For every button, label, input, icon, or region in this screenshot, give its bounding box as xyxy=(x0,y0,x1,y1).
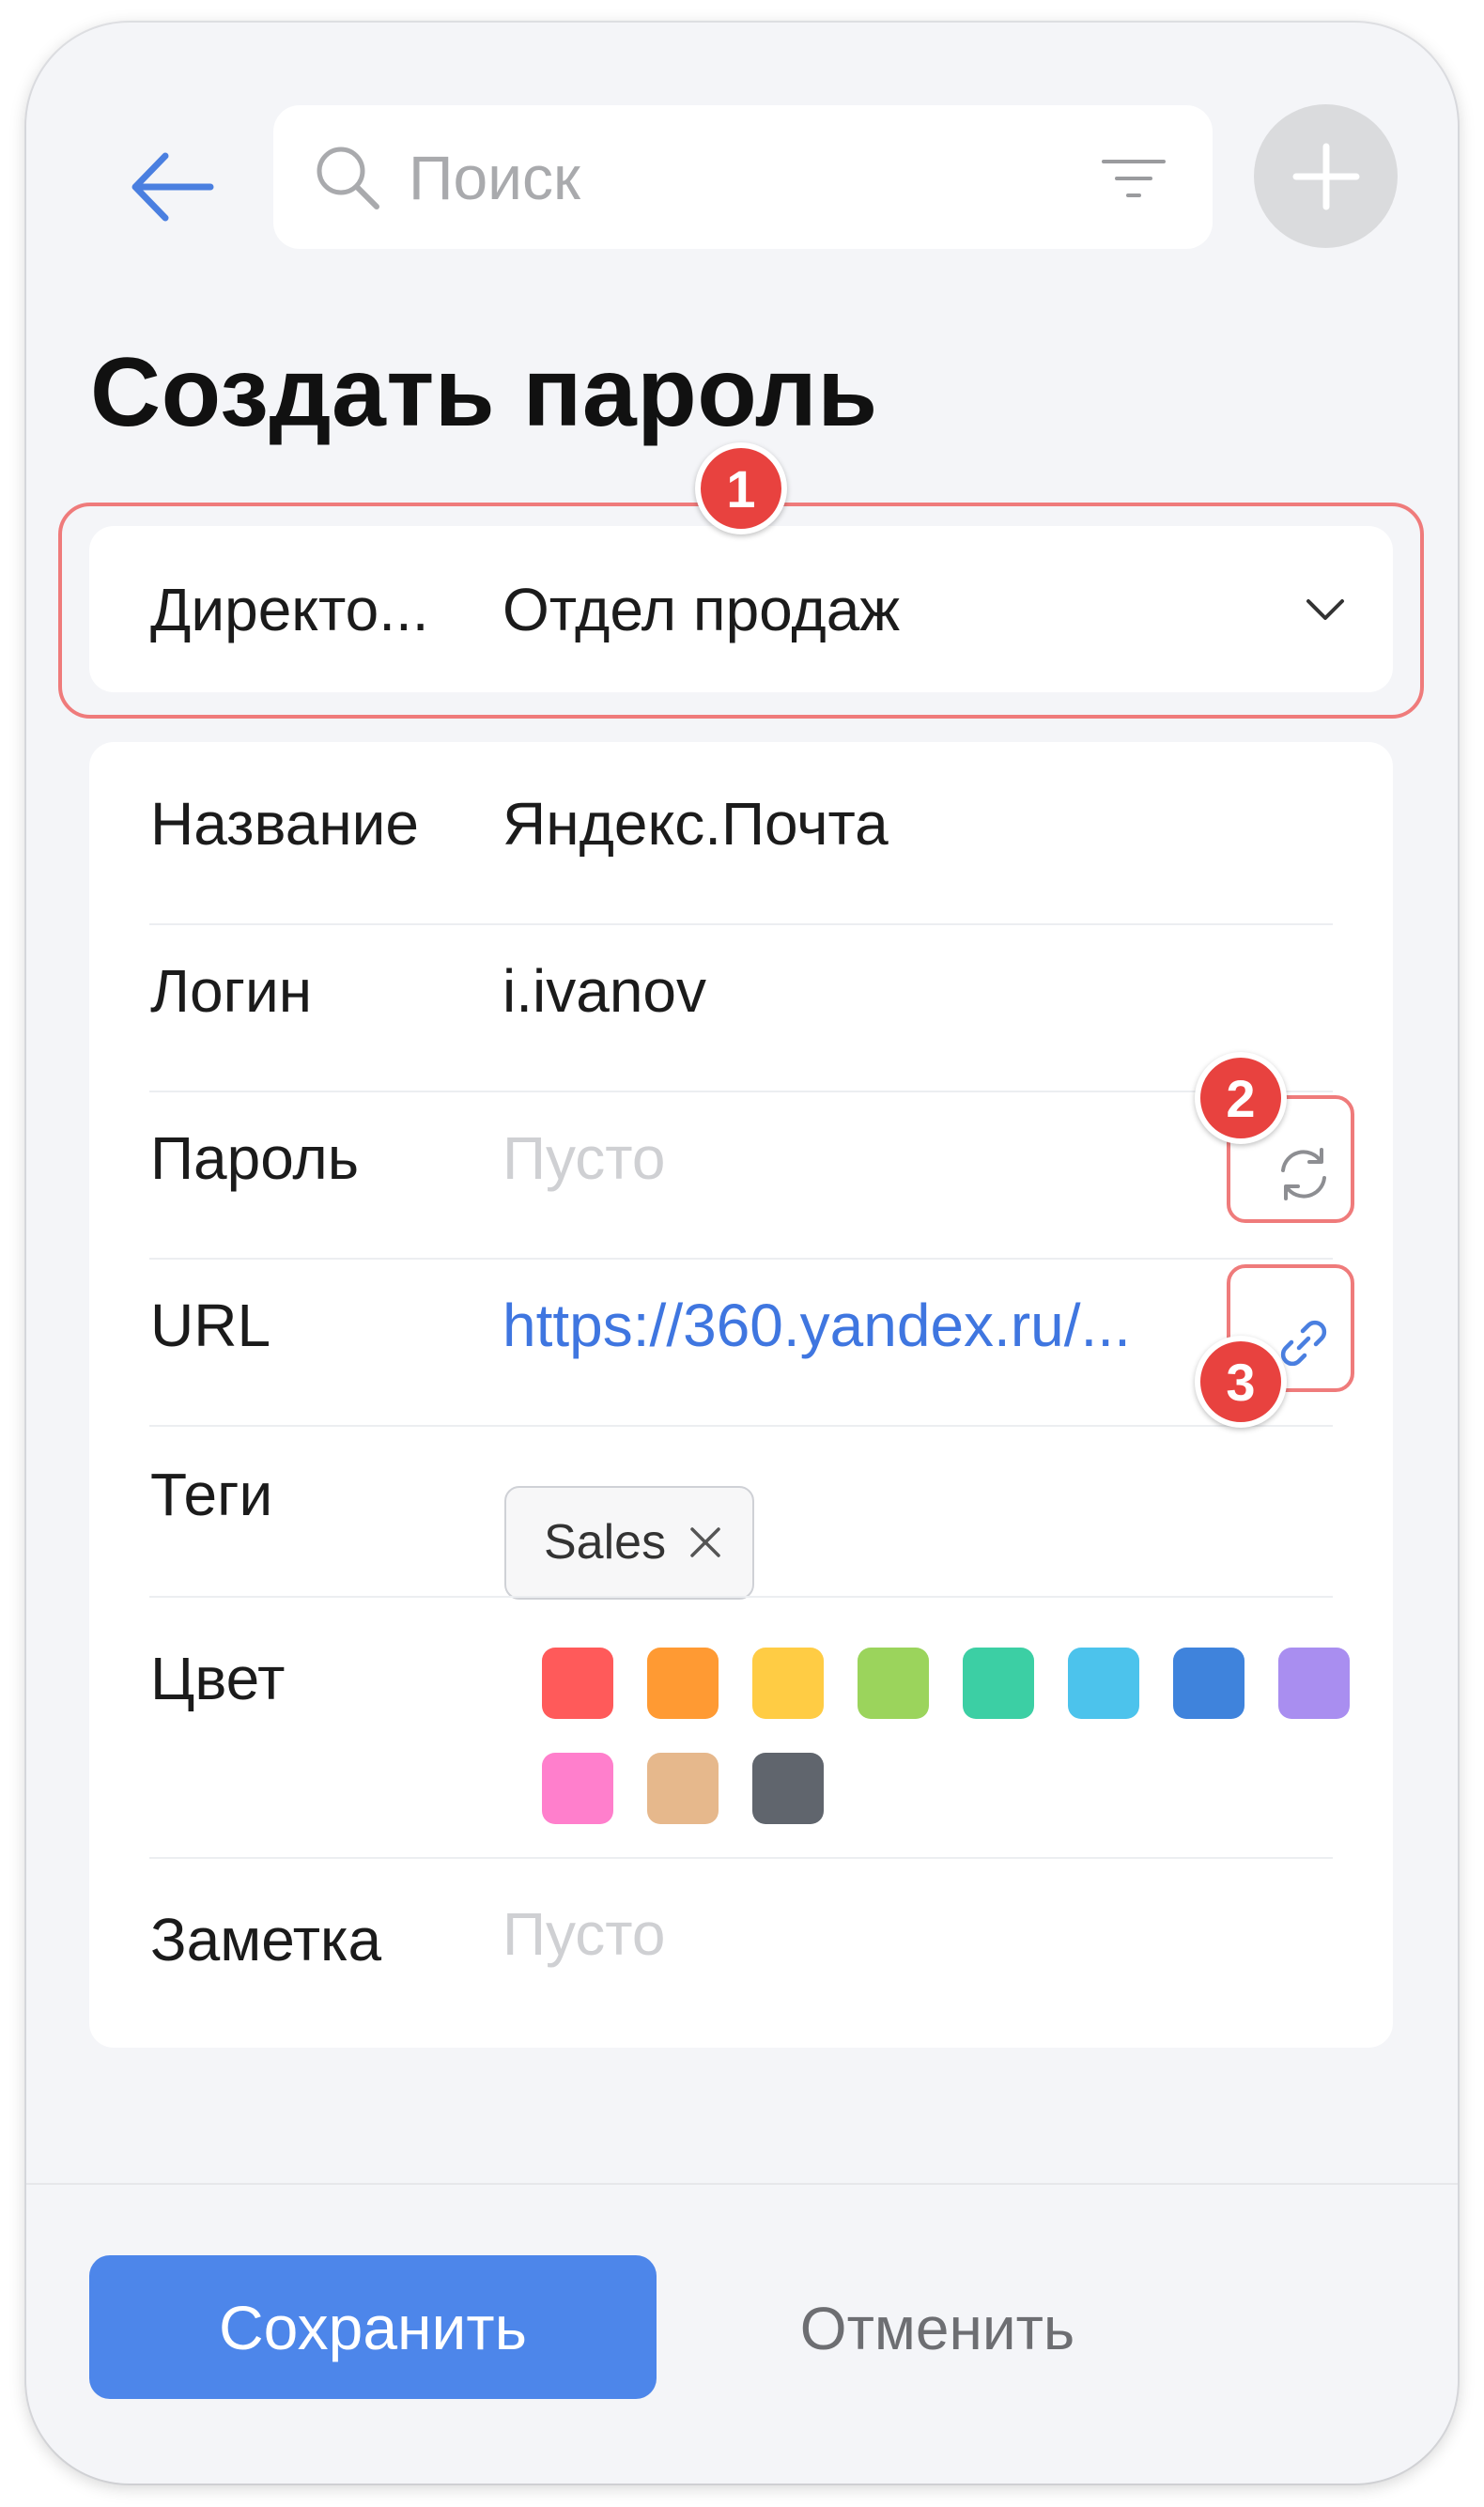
url-label: URL xyxy=(150,1292,271,1359)
page-title: Создать пароль xyxy=(90,338,878,447)
color-label: Цвет xyxy=(150,1645,286,1712)
divider xyxy=(149,1425,1333,1427)
save-button[interactable]: Сохранить xyxy=(89,2255,657,2399)
divider xyxy=(149,1857,1333,1859)
name-label: Название xyxy=(150,790,419,858)
color-swatch-pink[interactable] xyxy=(542,1753,613,1824)
remove-tag-icon[interactable] xyxy=(687,1524,724,1561)
back-button[interactable] xyxy=(120,135,224,239)
url-field[interactable]: https://360.yandex.ru/... xyxy=(502,1291,1131,1360)
search-input[interactable] xyxy=(407,132,1068,224)
color-swatch-green[interactable] xyxy=(858,1648,929,1719)
color-swatch-gray[interactable] xyxy=(752,1753,824,1824)
arrow-left-icon xyxy=(131,152,214,222)
color-swatch-cyan[interactable] xyxy=(1068,1648,1139,1719)
color-swatch-beige[interactable] xyxy=(647,1753,719,1824)
add-button[interactable] xyxy=(1254,104,1398,248)
color-swatch-blue[interactable] xyxy=(1173,1648,1244,1719)
tag-chip: Sales xyxy=(504,1486,754,1600)
phone-screen: Создать пароль Директо... Отдел продаж 1… xyxy=(26,23,1458,2484)
password-field[interactable]: Пусто xyxy=(502,1123,665,1193)
annotation-badge-3: 3 xyxy=(1195,1336,1287,1428)
tag-text: Sales xyxy=(544,1515,667,1570)
tags-label: Теги xyxy=(150,1461,273,1528)
footer-divider xyxy=(26,2183,1458,2185)
search-bar xyxy=(273,105,1213,249)
color-swatch-purple[interactable] xyxy=(1278,1648,1350,1719)
cancel-button[interactable]: Отменить xyxy=(759,2272,1116,2385)
divider xyxy=(149,1091,1333,1092)
filter-icon[interactable] xyxy=(1100,156,1167,201)
search-icon xyxy=(317,147,379,209)
color-swatch-red[interactable] xyxy=(542,1648,613,1719)
annotation-badge-1: 1 xyxy=(695,442,787,534)
note-label: Заметка xyxy=(150,1906,382,1973)
color-swatch-yellow[interactable] xyxy=(752,1648,824,1719)
login-field[interactable]: i.ivanov xyxy=(502,956,706,1026)
divider xyxy=(149,923,1333,925)
color-swatch-orange[interactable] xyxy=(647,1648,719,1719)
name-field[interactable]: Яндекс.Почта xyxy=(502,789,889,859)
plus-icon xyxy=(1292,143,1359,209)
divider xyxy=(149,1258,1333,1260)
note-field[interactable]: Пусто xyxy=(502,1899,665,1969)
password-label: Пароль xyxy=(150,1124,360,1192)
divider xyxy=(149,1596,1333,1598)
color-swatch-teal[interactable] xyxy=(963,1648,1034,1719)
annotation-frame-1 xyxy=(58,503,1424,719)
annotation-badge-2: 2 xyxy=(1195,1052,1287,1144)
login-label: Логин xyxy=(150,957,313,1025)
